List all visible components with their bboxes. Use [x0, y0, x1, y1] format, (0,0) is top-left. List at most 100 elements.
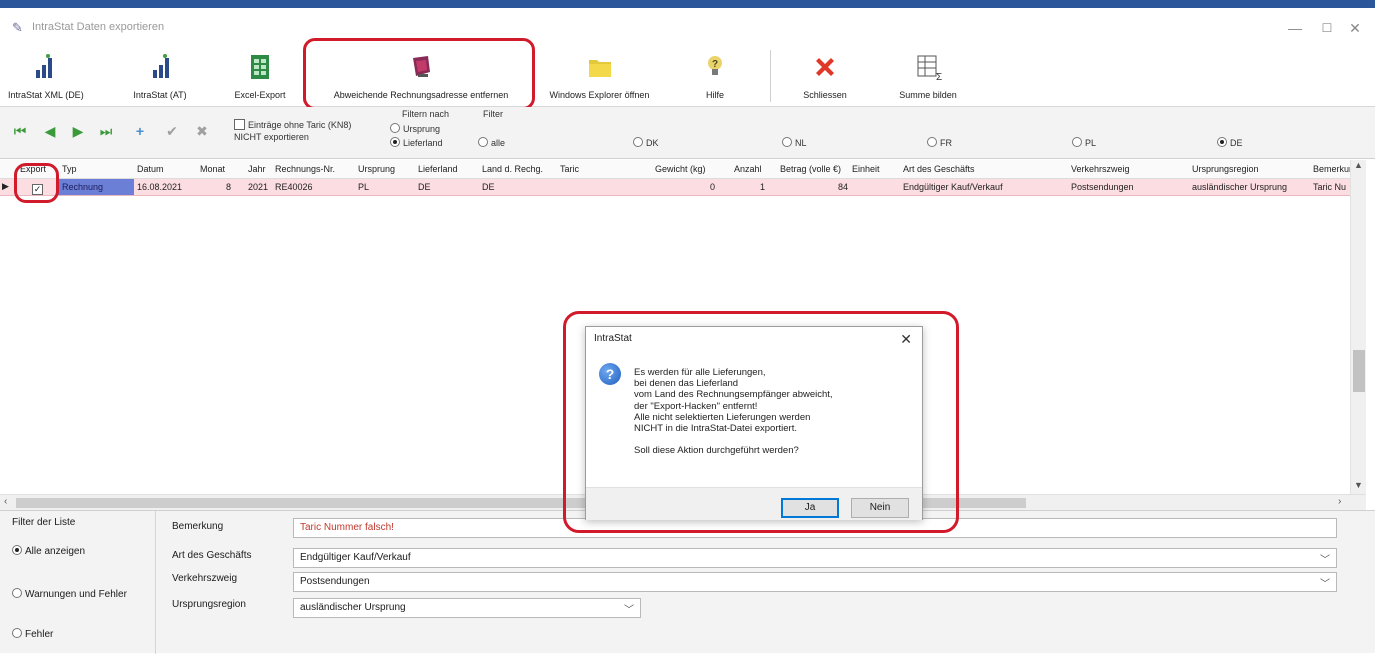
- excel-icon: [251, 55, 269, 79]
- col-header-monat[interactable]: Monat: [200, 164, 225, 174]
- minimize-button[interactable]: —: [1280, 18, 1310, 38]
- col-header-gewicht[interactable]: Gewicht (kg): [655, 164, 706, 174]
- close-window-button[interactable]: ✕: [1340, 18, 1370, 38]
- col-header-export[interactable]: Export: [20, 164, 46, 174]
- first-record-icon[interactable]: ⏮: [10, 121, 30, 141]
- col-header-anzahl[interactable]: Anzahl: [734, 164, 762, 174]
- scroll-left-icon[interactable]: ‹: [4, 496, 7, 507]
- eraser-icon: [413, 56, 430, 77]
- maximize-button[interactable]: ☐: [1312, 18, 1342, 38]
- scroll-up-icon[interactable]: ▲: [1354, 160, 1363, 170]
- scroll-down-icon[interactable]: ▼: [1354, 480, 1363, 490]
- next-record-icon[interactable]: ▶: [68, 121, 88, 141]
- col-header-art[interactable]: Art des Geschäfts: [903, 164, 975, 174]
- col-header-lieferland[interactable]: Lieferland: [418, 164, 458, 174]
- dialog-footer: Ja Nein: [586, 487, 922, 520]
- last-record-icon[interactable]: ⏭: [96, 121, 116, 141]
- title-bar: ✎ IntraStat Daten exportieren — ☐ ✕: [0, 8, 1375, 42]
- origin-region-label: Ursprungsregion: [172, 599, 246, 610]
- cell-datum[interactable]: 16.08.2021: [137, 182, 182, 192]
- filter-errors-radio[interactable]: Fehler: [12, 628, 53, 640]
- dialog-title: IntraStat: [594, 333, 632, 344]
- chevron-down-icon: ﹀: [1320, 579, 1330, 590]
- remove-different-billing-address-button[interactable]: Abweichende Rechnungsadresse entfernen: [312, 52, 530, 104]
- filter-radio-de[interactable]: DE: [1217, 137, 1243, 148]
- app-icon: ✎: [12, 20, 23, 35]
- cell-monat[interactable]: 8: [226, 182, 231, 192]
- col-header-rechnungs-nr[interactable]: Rechnungs-Nr.: [275, 164, 335, 174]
- col-header-land-rechg[interactable]: Land d. Rechg.: [482, 164, 543, 174]
- cell-anzahl[interactable]: 1: [760, 182, 765, 192]
- cancel-record-icon[interactable]: ✖: [192, 121, 212, 141]
- confirmation-dialog: IntraStat ✕ ? Es werden für alle Lieferu…: [585, 326, 923, 520]
- cell-bemerkung[interactable]: Taric Nu: [1313, 182, 1351, 192]
- col-header-datum[interactable]: Datum: [137, 164, 164, 174]
- intrastat-de-button[interactable]: IntraStat XML (DE): [8, 52, 84, 104]
- confirm-record-icon[interactable]: ✔: [162, 121, 182, 141]
- chevron-down-icon: ﹀: [1320, 555, 1330, 566]
- navigation-filter-bar: ⏮ ◀ ▶ ⏭ + ✔ ✖ Einträge ohne Taric (KN8) …: [0, 107, 1375, 159]
- add-record-icon[interactable]: +: [130, 121, 150, 141]
- toolbar: IntraStat XML (DE) IntraStat (AT) Excel-…: [0, 42, 1375, 107]
- business-type-label: Art des Geschäfts: [172, 550, 252, 561]
- scroll-right-icon[interactable]: ›: [1338, 496, 1341, 507]
- cell-betrag[interactable]: 84: [838, 182, 848, 192]
- col-header-betrag[interactable]: Betrag (volle €): [780, 164, 841, 174]
- cell-art[interactable]: Endgültiger Kauf/Verkauf: [903, 182, 1003, 192]
- filter-radio-dk[interactable]: DK: [633, 137, 659, 148]
- svg-text:Σ: Σ: [936, 72, 942, 82]
- col-header-ursprung[interactable]: Ursprung: [358, 164, 395, 174]
- col-header-verkehrszweig[interactable]: Verkehrszweig: [1071, 164, 1130, 174]
- col-header-jahr[interactable]: Jahr: [248, 164, 266, 174]
- dialog-close-icon[interactable]: ✕: [900, 331, 912, 348]
- table-row[interactable]: ▶ ✓ Rechnung 16.08.2021 8 2021 RE40026 P…: [0, 179, 1365, 196]
- vertical-scroll-thumb[interactable]: [1353, 350, 1365, 392]
- col-header-bemerkung[interactable]: Bemerkung: [1313, 164, 1353, 174]
- filter-label: Filter: [483, 109, 503, 119]
- cell-lieferland[interactable]: DE: [418, 182, 431, 192]
- windows-explorer-button[interactable]: Windows Explorer öffnen: [537, 52, 662, 104]
- sum-table-icon: Σ: [917, 55, 942, 82]
- col-header-ursprungsregion[interactable]: Ursprungsregion: [1192, 164, 1259, 174]
- filter-radio-fr[interactable]: FR: [927, 137, 952, 148]
- row-pointer-icon: ▶: [2, 181, 9, 191]
- chevron-down-icon: ﹀: [624, 605, 634, 616]
- intrastat-at-button[interactable]: IntraStat (AT): [125, 52, 195, 104]
- cell-verkehrszweig[interactable]: Postsendungen: [1071, 182, 1134, 192]
- cell-land-rechg[interactable]: DE: [482, 182, 495, 192]
- cell-ursprungsregion[interactable]: ausländischer Ursprung: [1192, 182, 1287, 192]
- business-type-select[interactable]: Endgültiger Kauf/Verkauf ﹀: [293, 548, 1337, 568]
- yes-button[interactable]: Ja: [781, 498, 839, 518]
- col-header-typ[interactable]: Typ: [62, 164, 77, 174]
- excel-export-button[interactable]: Excel-Export: [225, 52, 295, 104]
- help-button[interactable]: ? Hilfe: [690, 52, 740, 104]
- radio-ursprung[interactable]: Ursprung: [390, 123, 449, 134]
- origin-region-select[interactable]: ausländischer Ursprung ﹀: [293, 598, 641, 618]
- vertical-scrollbar[interactable]: ▲ ▼: [1350, 160, 1366, 494]
- remark-field[interactable]: Taric Nummer falsch!: [293, 518, 1337, 538]
- cell-jahr[interactable]: 2021: [248, 182, 268, 192]
- cell-rechnungs-nr[interactable]: RE40026: [275, 182, 313, 192]
- cell-gewicht[interactable]: 0: [710, 182, 715, 192]
- close-button[interactable]: Schliessen: [790, 52, 860, 104]
- filter-radio-alle[interactable]: alle: [478, 137, 505, 148]
- radio-lieferland[interactable]: Lieferland: [390, 137, 449, 148]
- toolbar-separator: [770, 50, 771, 102]
- col-header-taric[interactable]: Taric: [560, 164, 579, 174]
- cell-typ[interactable]: Rechnung: [58, 179, 134, 195]
- filter-radio-pl[interactable]: PL: [1072, 137, 1096, 148]
- no-button[interactable]: Nein: [851, 498, 909, 518]
- filter-all-radio[interactable]: Alle anzeigen: [12, 545, 85, 557]
- transport-mode-select[interactable]: Postsendungen ﹀: [293, 572, 1337, 592]
- cell-ursprung[interactable]: PL: [358, 182, 369, 192]
- svg-text:?: ?: [712, 59, 718, 70]
- chart-icon: [153, 54, 169, 78]
- sum-button[interactable]: Σ Summe bilden: [888, 52, 968, 104]
- filter-warnings-radio[interactable]: Warnungen und Fehler: [12, 588, 127, 600]
- previous-record-icon[interactable]: ◀: [40, 121, 60, 141]
- filter-radio-nl[interactable]: NL: [782, 137, 807, 148]
- no-taric-checkbox-group[interactable]: Einträge ohne Taric (KN8) NICHT exportie…: [234, 119, 351, 142]
- col-header-einheit[interactable]: Einheit: [852, 164, 880, 174]
- no-taric-checkbox[interactable]: [234, 119, 245, 130]
- window-title: IntraStat Daten exportieren: [32, 21, 165, 33]
